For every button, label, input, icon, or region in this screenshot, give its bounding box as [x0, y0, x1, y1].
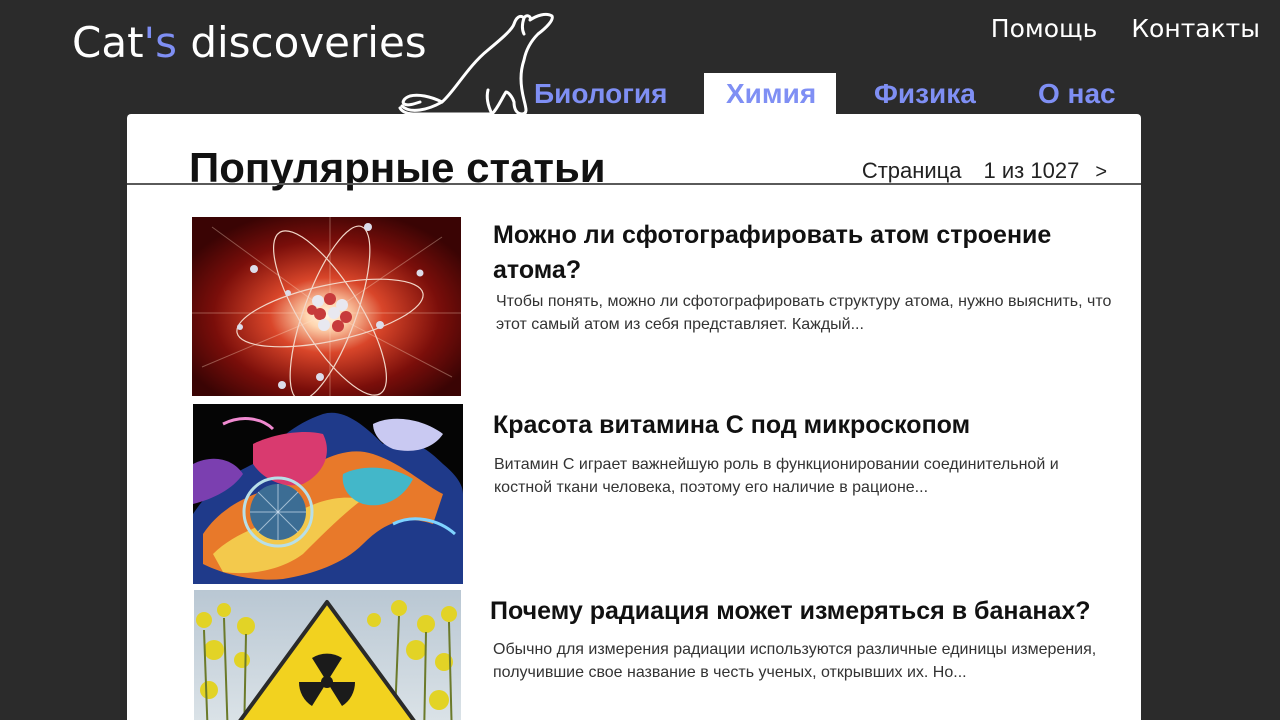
article-item: Почему радиация может измеряться в банан… [191, 590, 1121, 720]
tab-chemistry[interactable]: Химия [704, 73, 836, 114]
article-image-vitamin-c[interactable] [193, 404, 463, 584]
pager-current: 1 из 1027 [983, 158, 1080, 183]
article-title[interactable]: Можно ли сфотографировать атом строение … [493, 218, 1113, 288]
contacts-link[interactable]: Контакты [1131, 14, 1260, 43]
article-image-radiation[interactable] [194, 590, 461, 720]
logo-rest: discoveries [176, 18, 427, 67]
tab-biology[interactable]: Биология [512, 73, 692, 114]
next-page-button[interactable]: > [1095, 161, 1107, 184]
article-excerpt: Витамин С играет важнейшую роль в функци… [494, 456, 1059, 496]
article-title[interactable]: Почему радиация может измеряться в банан… [490, 594, 1120, 629]
logo-accent: 's [143, 18, 177, 67]
tab-physics[interactable]: Физика [852, 73, 1002, 114]
article-item: Можно ли сфотографировать атом строение … [191, 216, 1121, 398]
pager-label: Страница [861, 158, 962, 183]
article-image-atom[interactable] [192, 217, 461, 396]
article-item: Красота витамина С под микроскопом Витам… [191, 404, 1121, 586]
category-tabs: Биология Химия Физика О нас [512, 73, 1151, 114]
pagination: Страница 1 из 1027 > [862, 158, 1107, 184]
logo-main: Cat [72, 18, 144, 67]
article-title[interactable]: Красота витамина С под микроскопом [493, 408, 1113, 443]
articles-panel: Популярные статьи Страница 1 из 1027 > М… [127, 114, 1141, 720]
site-logo[interactable]: Cat's discoveries [72, 18, 427, 67]
article-excerpt: Чтобы понять, можно ли сфотографировать … [496, 293, 1112, 333]
top-links: Помощь Контакты [991, 14, 1260, 43]
tab-about[interactable]: О нас [1016, 73, 1151, 114]
divider [127, 183, 1141, 185]
help-link[interactable]: Помощь [991, 14, 1098, 43]
article-excerpt: Обычно для измерения радиации используют… [493, 641, 1097, 681]
